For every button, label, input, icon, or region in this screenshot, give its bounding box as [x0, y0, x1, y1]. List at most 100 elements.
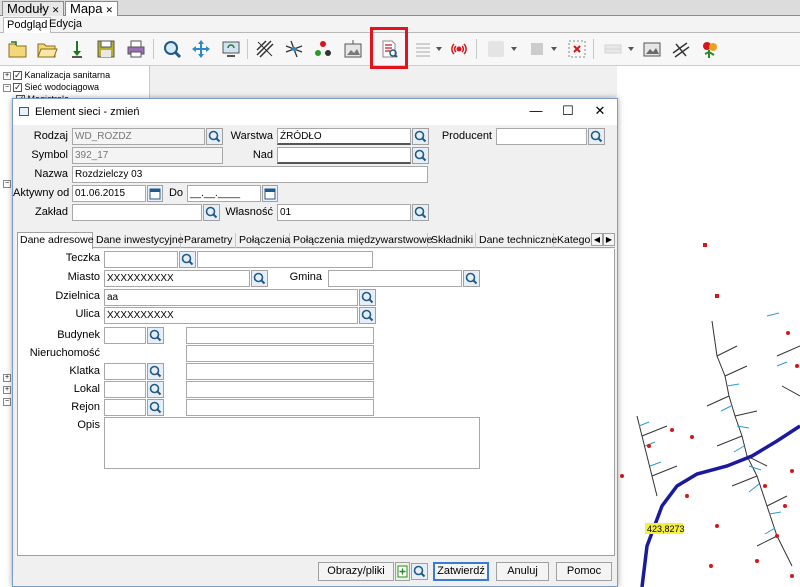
signal-button[interactable]: [448, 38, 470, 60]
checkbox-icon[interactable]: [13, 81, 22, 93]
aktywny-od-calendar-button[interactable]: [147, 185, 163, 202]
budynek-search-button[interactable]: [147, 327, 164, 344]
rejon-search-button[interactable]: [147, 399, 164, 416]
save-button[interactable]: [95, 38, 117, 60]
wlasnosc-search-button[interactable]: [412, 204, 429, 221]
obrazy-pliki-button[interactable]: Obrazy/pliki: [318, 562, 394, 581]
wlasnosc-field[interactable]: 01: [277, 204, 411, 221]
tab-edycja[interactable]: Edycja: [46, 17, 85, 33]
minimize-button[interactable]: —: [527, 103, 545, 121]
hatch-layer-button[interactable]: [254, 38, 276, 60]
pomoc-button[interactable]: Pomoc: [556, 562, 612, 581]
chevron-down-icon[interactable]: [551, 47, 557, 51]
tab-dane-inwestycyjne[interactable]: Dane inwestycyjne: [94, 233, 184, 248]
klatka-field[interactable]: [104, 363, 146, 380]
rodzaj-field[interactable]: WD_ROZDZ: [72, 128, 205, 145]
do-calendar-button[interactable]: [262, 185, 278, 202]
nad-search-button[interactable]: [412, 147, 429, 164]
collapse-icon[interactable]: −: [3, 180, 11, 188]
expand-icon[interactable]: +: [3, 374, 11, 382]
do-field[interactable]: __.__.____: [187, 185, 261, 202]
tab-skladniki[interactable]: Składniki: [429, 233, 476, 248]
tab-podglad[interactable]: Podgląd: [3, 17, 52, 33]
lokal-field[interactable]: [104, 381, 146, 398]
dialog-titlebar[interactable]: Element sieci - zmień — ☐ ✕: [13, 99, 617, 125]
warstwa-field[interactable]: ŹRÓDŁO: [277, 128, 411, 145]
stop-button[interactable]: [526, 38, 548, 60]
klatka-search-button[interactable]: [147, 363, 164, 380]
tab-parametry[interactable]: Parametry: [182, 233, 236, 248]
zatwierdz-button[interactable]: Zatwierdź: [433, 562, 489, 581]
budynek-field[interactable]: [104, 327, 146, 344]
list-button[interactable]: [412, 38, 434, 60]
symbol-field[interactable]: 392_17: [72, 147, 223, 164]
producent-field[interactable]: [496, 128, 587, 145]
expand-icon[interactable]: +: [3, 386, 11, 394]
zaklad-search-button[interactable]: [203, 204, 220, 221]
tree-item-kanalizacja[interactable]: + Kanalizacja sanitarna: [3, 69, 110, 81]
chevron-down-icon[interactable]: [628, 47, 634, 51]
print-button[interactable]: [125, 38, 147, 60]
maximize-button[interactable]: ☐: [559, 103, 577, 121]
tab-dane-adresowe[interactable]: Dane adresowe: [17, 232, 94, 249]
warstwa-search-button[interactable]: [412, 128, 429, 145]
opis-textarea[interactable]: [104, 417, 480, 469]
collapse-icon[interactable]: −: [3, 398, 11, 406]
tab-polaczenia[interactable]: Połączenia: [237, 233, 290, 248]
map-drawing[interactable]: 423,8273: [617, 66, 800, 587]
lines-layer-button[interactable]: [283, 38, 305, 60]
close-icon[interactable]: ✕: [106, 5, 114, 15]
map-export-button[interactable]: [342, 38, 364, 60]
tab-polaczenia-miedzywarstwowe[interactable]: Połączenia międzywarstwowe: [291, 233, 432, 248]
gmina-field[interactable]: [328, 270, 462, 287]
nazwa-field[interactable]: Rozdzielczy 03: [72, 166, 428, 183]
open-button[interactable]: [36, 38, 58, 60]
refresh-map-button[interactable]: [220, 38, 242, 60]
attachment-search-button[interactable]: [411, 563, 428, 580]
gmina-search-button[interactable]: [463, 270, 480, 287]
collapse-icon[interactable]: −: [3, 83, 11, 92]
attachment-add-button[interactable]: [395, 562, 410, 581]
disabled-tool-button[interactable]: [485, 38, 507, 60]
tab-dane-techniczne[interactable]: Dane techniczne: [477, 233, 557, 248]
tabs-scroll-right-button[interactable]: ▶: [603, 233, 615, 246]
rejon-field[interactable]: [104, 399, 146, 416]
nieruchomosc-field[interactable]: [186, 345, 374, 362]
rodzaj-search-button[interactable]: [206, 128, 223, 145]
lokal-search-button[interactable]: [147, 381, 164, 398]
zoom-button[interactable]: [161, 38, 183, 60]
checkbox-icon[interactable]: [13, 69, 22, 81]
nodes-button[interactable]: [312, 38, 334, 60]
tab-kategor[interactable]: Kategor: [555, 233, 591, 248]
producent-search-button[interactable]: [588, 128, 605, 145]
chevron-down-icon[interactable]: [511, 47, 517, 51]
delete-selection-button[interactable]: [566, 38, 588, 60]
network-button[interactable]: [670, 38, 692, 60]
close-icon[interactable]: ✕: [52, 5, 60, 15]
dzielnica-field[interactable]: aa: [104, 289, 358, 306]
zaklad-field[interactable]: [72, 204, 202, 221]
ulica-field[interactable]: XXXXXXXXXX: [104, 307, 358, 324]
dzielnica-search-button[interactable]: [359, 289, 376, 306]
close-button[interactable]: ✕: [591, 103, 609, 121]
miasto-search-button[interactable]: [251, 270, 268, 287]
chevron-down-icon[interactable]: [436, 47, 442, 51]
nad-field[interactable]: [277, 147, 411, 164]
tree-item-siec-wodociagowa[interactable]: − Sieć wodociągowa: [3, 81, 99, 93]
miasto-field[interactable]: XXXXXXXXXX: [104, 270, 250, 287]
ulica-search-button[interactable]: [359, 307, 376, 324]
teczka-search-button[interactable]: [179, 251, 196, 268]
pan-button[interactable]: [190, 38, 212, 60]
tabs-scroll-left-button[interactable]: ◀: [591, 233, 603, 246]
map-canvas[interactable]: 423,8273: [617, 66, 800, 587]
flower-tool-button[interactable]: [699, 38, 721, 60]
expand-icon[interactable]: +: [3, 71, 11, 80]
doc-tab-mapa[interactable]: Mapa ✕: [65, 1, 119, 16]
map-image-button[interactable]: [641, 38, 663, 60]
doc-tab-moduly[interactable]: Moduły ✕: [2, 1, 65, 16]
teczka-field[interactable]: [104, 251, 178, 268]
layers-button[interactable]: [602, 38, 624, 60]
sort-button[interactable]: [66, 38, 88, 60]
aktywny-od-field[interactable]: 01.06.2015: [72, 185, 146, 202]
anuluj-button[interactable]: Anuluj: [496, 562, 549, 581]
